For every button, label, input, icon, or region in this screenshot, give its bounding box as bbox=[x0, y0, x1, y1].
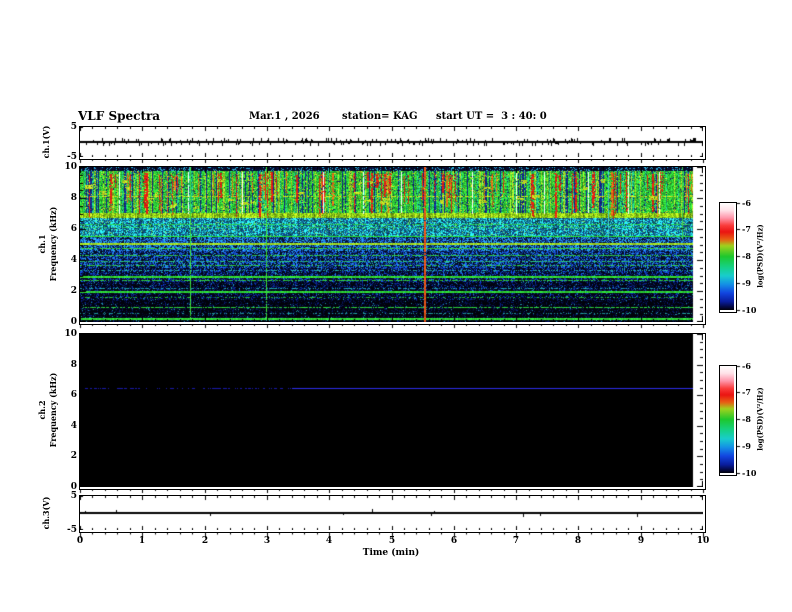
header-date: Mar.1 , 2026 bbox=[249, 111, 320, 122]
time-tick-label: 5 bbox=[388, 536, 396, 546]
ch2-freq-tick-label: 6 bbox=[70, 390, 77, 401]
ch1v-axis-label: ch.1(V) bbox=[41, 125, 51, 159]
ch1v-ymax-label: 5 bbox=[70, 122, 77, 132]
ch1-axis-label-frequency: Frequency (kHz) bbox=[48, 206, 58, 282]
ch2-colorbar bbox=[719, 365, 737, 476]
ch2-freq-tick-label: 8 bbox=[70, 359, 77, 370]
ch3v-ymax-label: 5 bbox=[70, 491, 77, 501]
colorbar-tick-label: -7 bbox=[742, 224, 751, 234]
ch1-freq-tick-label: 0 bbox=[70, 317, 77, 327]
time-tick-label: 4 bbox=[325, 536, 333, 546]
colorbar-tick-label: -10 bbox=[742, 468, 757, 478]
ch2-spectrogram-panel bbox=[79, 333, 706, 490]
ch1-freq-tick-label: 8 bbox=[70, 193, 77, 203]
ch1-spectrogram-panel bbox=[79, 166, 706, 325]
time-tick-label: 8 bbox=[574, 536, 582, 546]
ch3v-axis-label: ch.3(V) bbox=[41, 496, 51, 530]
ch2-colorbar-label: log(PSD)(V²/Hz) bbox=[755, 387, 765, 451]
ch3v-ymin-label: -5 bbox=[67, 525, 77, 535]
ch1v-ymin-label: -5 bbox=[67, 152, 77, 162]
colorbar-tick-label: -9 bbox=[742, 441, 751, 451]
ch1-voltage-panel bbox=[79, 126, 706, 160]
time-tick-label: 7 bbox=[512, 536, 520, 546]
colorbar-tick-label: -7 bbox=[742, 387, 751, 397]
ch1-colorbar-gradient bbox=[720, 203, 734, 310]
time-tick-label: 1 bbox=[138, 536, 146, 546]
header-start-ut: start UT = 3 : 40: 0 bbox=[436, 111, 547, 122]
ch1-freq-tick-label: 6 bbox=[70, 224, 77, 234]
ch1-freq-tick-label: 2 bbox=[70, 286, 77, 296]
time-axis-label: Time (min) bbox=[362, 548, 420, 558]
ch2-freq-tick-label: 4 bbox=[70, 420, 77, 431]
ch1-spectrogram bbox=[80, 167, 703, 322]
colorbar-tick-label: -8 bbox=[742, 414, 751, 424]
ch2-freq-tick-label: 2 bbox=[70, 451, 77, 462]
colorbar-tick-label: -6 bbox=[742, 361, 751, 371]
ch3-voltage-panel bbox=[79, 495, 706, 533]
ch2-axis-label-channel: ch.2 bbox=[37, 400, 47, 420]
ch2-freq-tick-label: 10 bbox=[64, 329, 77, 339]
ch1-colorbar bbox=[719, 202, 737, 313]
colorbar-tick-label: -6 bbox=[742, 198, 751, 208]
ch1-freq-tick-label: 4 bbox=[70, 255, 77, 265]
colorbar-tick-label: -9 bbox=[742, 278, 751, 288]
ch1-voltage-waveform bbox=[80, 127, 703, 157]
time-tick-label: 9 bbox=[637, 536, 645, 546]
vlf-spectra-plot-page: VLF Spectra Mar.1 , 2026 station= KAG st… bbox=[0, 0, 792, 612]
time-tick-label: 3 bbox=[263, 536, 271, 546]
time-tick-label: 0 bbox=[76, 536, 84, 546]
colorbar-tick-label: -8 bbox=[742, 251, 751, 261]
ch1-freq-tick-label: 10 bbox=[64, 162, 77, 172]
ch2-axis-label-frequency: Frequency (kHz) bbox=[48, 372, 58, 448]
ch3-voltage-waveform bbox=[80, 496, 703, 530]
page-title: VLF Spectra bbox=[78, 109, 161, 123]
header-station: station= KAG bbox=[342, 111, 418, 122]
time-tick-label: 6 bbox=[450, 536, 458, 546]
colorbar-tick-label: -10 bbox=[742, 305, 757, 315]
ch2-spectrogram bbox=[80, 334, 703, 487]
ch2-colorbar-gradient bbox=[720, 366, 734, 473]
time-tick-label: 10 bbox=[696, 536, 710, 546]
ch1-axis-label-channel: ch.1 bbox=[37, 234, 47, 254]
ch1-colorbar-label: log(PSD)(V²/Hz) bbox=[755, 224, 765, 288]
time-tick-label: 2 bbox=[201, 536, 209, 546]
